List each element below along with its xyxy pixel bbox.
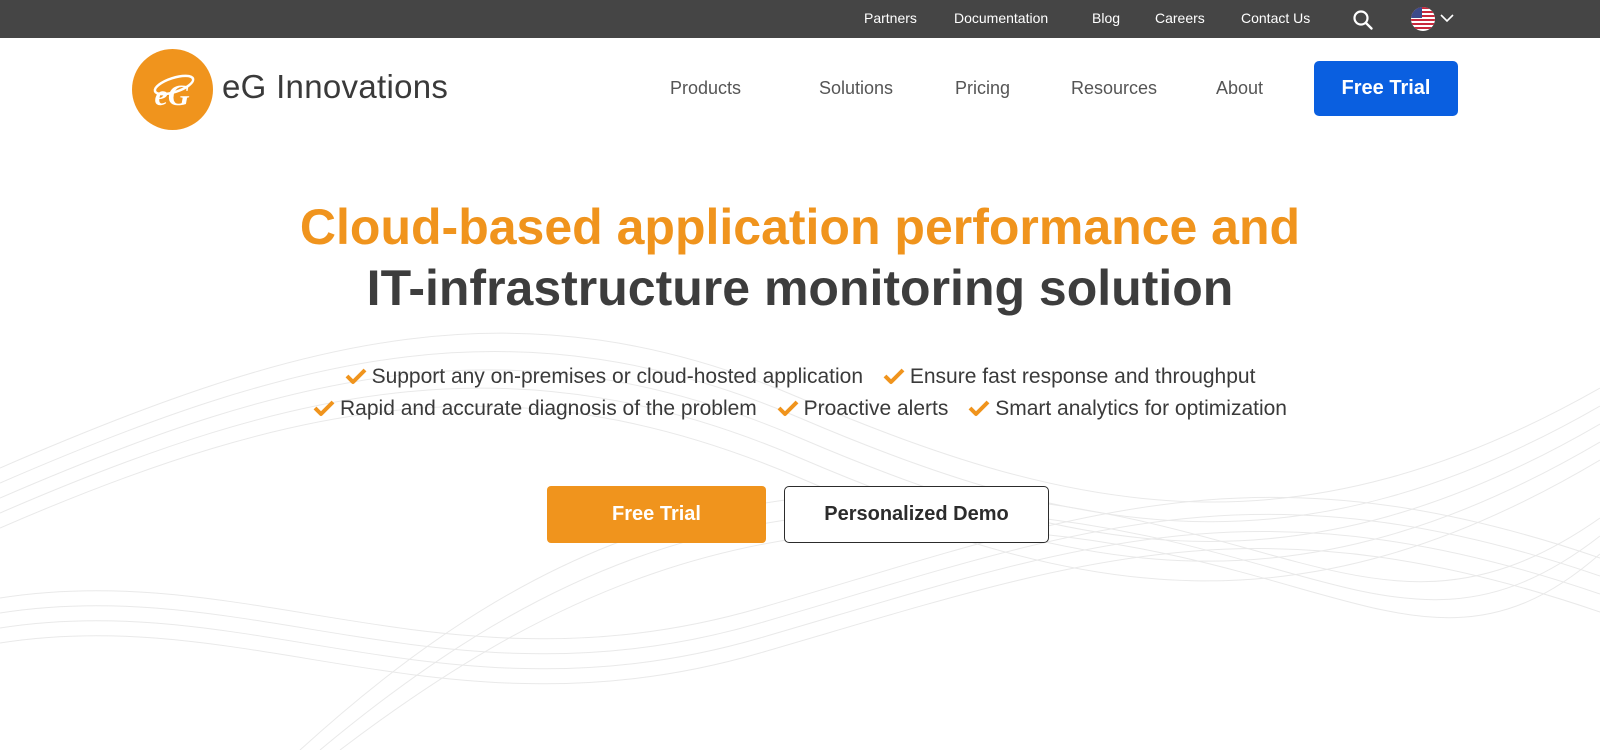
- feature-text: Smart analytics for optimization: [995, 397, 1287, 420]
- topbar-link-documentation[interactable]: Documentation: [954, 10, 1048, 26]
- feature-list-row1: Support any on-premises or cloud-hosted …: [0, 365, 1600, 389]
- nav-pricing[interactable]: Pricing: [955, 78, 1010, 99]
- check-icon: [345, 368, 366, 384]
- hero-section: Cloud-based application performance and …: [0, 138, 1600, 750]
- logo-mark-icon: eG: [153, 74, 195, 112]
- feature-text: Proactive alerts: [803, 397, 949, 420]
- nav-about[interactable]: About: [1216, 78, 1263, 99]
- top-utility-bar: Partners Documentation Blog Careers Cont…: [0, 0, 1600, 38]
- feature-item: Ensure fast response and throughput: [883, 365, 1256, 389]
- search-icon[interactable]: [1352, 9, 1374, 31]
- nav-products[interactable]: Products: [670, 78, 741, 99]
- feature-text: Ensure fast response and throughput: [909, 365, 1256, 388]
- nav-resources[interactable]: Resources: [1071, 78, 1157, 99]
- topbar-link-contact-us[interactable]: Contact Us: [1241, 10, 1310, 26]
- personalized-demo-button[interactable]: Personalized Demo: [784, 486, 1049, 543]
- hero-free-trial-button[interactable]: Free Trial: [547, 486, 766, 543]
- header-free-trial-button[interactable]: Free Trial: [1314, 61, 1458, 116]
- logo-icon[interactable]: eG: [132, 49, 213, 130]
- check-icon: [883, 368, 905, 384]
- us-flag-icon[interactable]: [1411, 7, 1435, 31]
- feature-item: Proactive alerts: [777, 397, 949, 421]
- chevron-down-icon[interactable]: [1439, 12, 1455, 24]
- check-icon: [777, 400, 799, 416]
- logo-mark-text: eG: [155, 79, 190, 112]
- feature-list-row2: Rapid and accurate diagnosis of the prob…: [0, 397, 1600, 421]
- main-header: eG eG Innovations Products Solutions Pri…: [0, 38, 1600, 138]
- check-icon: [968, 400, 990, 416]
- logo-text[interactable]: eG Innovations: [222, 68, 448, 106]
- feature-text: Support any on-premises or cloud-hosted …: [371, 365, 864, 388]
- feature-item: Support any on-premises or cloud-hosted …: [345, 365, 863, 389]
- topbar-link-blog[interactable]: Blog: [1092, 10, 1120, 26]
- nav-solutions[interactable]: Solutions: [819, 78, 893, 99]
- feature-item: Smart analytics for optimization: [968, 397, 1287, 421]
- hero-headline-line2: IT-infrastructure monitoring solution: [366, 260, 1234, 316]
- topbar-link-partners[interactable]: Partners: [864, 10, 917, 26]
- hero-headline-line1: Cloud-based application performance and: [299, 199, 1301, 255]
- topbar-link-careers[interactable]: Careers: [1155, 10, 1205, 26]
- feature-item: Rapid and accurate diagnosis of the prob…: [313, 397, 757, 421]
- check-icon: [313, 400, 335, 416]
- feature-text: Rapid and accurate diagnosis of the prob…: [340, 397, 757, 420]
